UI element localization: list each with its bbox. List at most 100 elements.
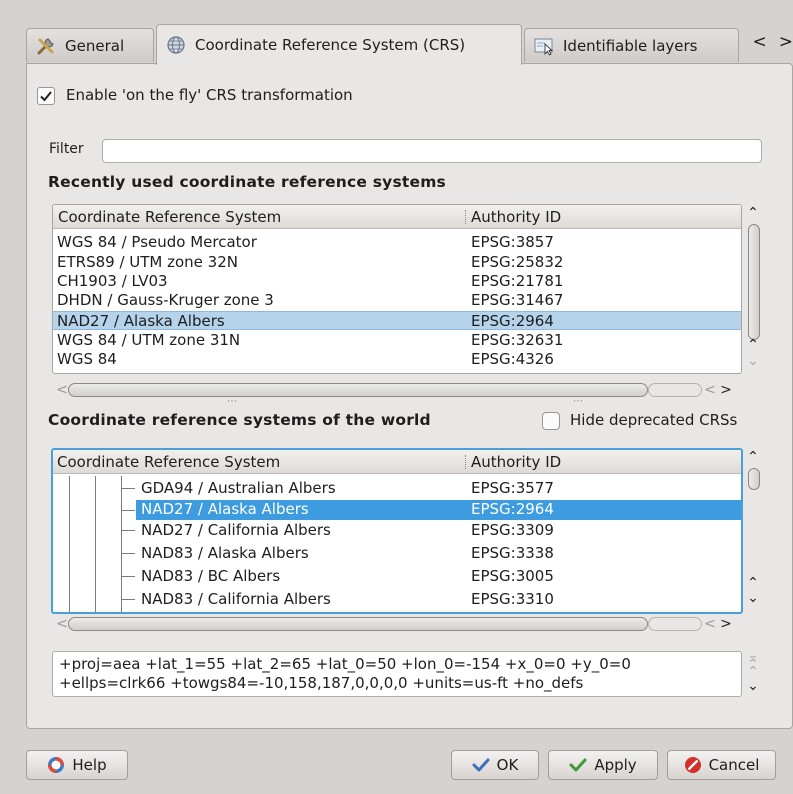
scroll-up-icon[interactable]: ⌃ bbox=[745, 450, 761, 464]
row-authority-id: EPSG:32631 bbox=[471, 331, 564, 349]
scroll-down-icon[interactable]: ⌄ bbox=[745, 354, 761, 368]
table-row[interactable]: WGS 84 / Pseudo Mercator EPSG:3857 bbox=[53, 233, 741, 252]
splitter-grip-icon[interactable]: ⋯ bbox=[573, 396, 583, 407]
world-col-authority[interactable]: Authority ID bbox=[471, 453, 561, 471]
recent-horizontal-scrollbar[interactable]: < < > bbox=[52, 382, 742, 398]
tree-branch-line bbox=[121, 553, 135, 554]
tree-row[interactable]: NAD83 / California Albers EPSG:3310 bbox=[53, 590, 741, 609]
row-authority-id: EPSG:3577 bbox=[471, 479, 554, 497]
scroll-right-icon[interactable]: > bbox=[718, 383, 734, 397]
row-authority-id: EPSG:2964 bbox=[471, 312, 554, 330]
scroll-up-icon[interactable]: ⌃ bbox=[745, 338, 761, 352]
crs-content: Enable 'on the fly' CRS transformation F… bbox=[0, 0, 793, 794]
row-authority-id: EPSG:2964 bbox=[471, 500, 554, 518]
row-crs-name: NAD27 / Alaska Albers bbox=[57, 312, 225, 330]
scroll-down-icon[interactable]: ⌄ bbox=[745, 591, 761, 605]
row-authority-id: EPSG:3309 bbox=[471, 521, 554, 539]
otf-checkbox[interactable] bbox=[37, 87, 55, 105]
row-crs-name: NAD83 / BC Albers bbox=[141, 567, 281, 585]
row-authority-id: EPSG:3005 bbox=[471, 567, 554, 585]
filter-label: Filter bbox=[49, 141, 84, 157]
row-crs-name: NAD27 / Alaska Albers bbox=[141, 500, 309, 518]
world-vertical-scrollbar[interactable]: ⌃ ⌃ ⌄ bbox=[745, 448, 761, 614]
scrollbar-track[interactable] bbox=[648, 617, 702, 631]
proj-line-1: +proj=aea +lat_1=55 +lat_2=65 +lat_0=50 … bbox=[59, 655, 631, 673]
recent-col-authority[interactable]: Authority ID bbox=[471, 208, 561, 226]
tree-row[interactable]: NAD83 / Alaska Albers EPSG:3338 bbox=[53, 544, 741, 563]
row-crs-name: GDA94 / Australian Albers bbox=[141, 479, 336, 497]
world-horizontal-scrollbar[interactable]: < < > bbox=[52, 616, 742, 632]
table-row[interactable]: WGS 84 / UTM zone 31N EPSG:32631 bbox=[53, 331, 741, 350]
table-row[interactable]: WGS 84 EPSG:4326 bbox=[53, 350, 741, 369]
checkmark-icon bbox=[40, 91, 52, 102]
scrollbar-thumb[interactable] bbox=[748, 468, 760, 490]
tree-row-selected[interactable]: NAD27 / Alaska Albers EPSG:2964 bbox=[136, 500, 741, 520]
row-crs-name: CH1903 / LV03 bbox=[57, 272, 168, 290]
row-authority-id: EPSG:25832 bbox=[471, 253, 564, 271]
recent-crs-table: Coordinate Reference System Authority ID… bbox=[52, 204, 742, 374]
row-authority-id: EPSG:3857 bbox=[471, 233, 554, 251]
row-crs-name: DHDN / Gauss-Kruger zone 3 bbox=[57, 291, 274, 309]
row-crs-name: NAD27 / California Albers bbox=[141, 521, 331, 539]
scrollbar-thumb[interactable] bbox=[68, 617, 648, 631]
recent-vertical-scrollbar[interactable]: ⌃ ⌃ ⌄ bbox=[745, 204, 761, 374]
recent-col-crs[interactable]: Coordinate Reference System bbox=[58, 208, 281, 226]
check-icon bbox=[569, 756, 587, 774]
ok-button[interactable]: OK bbox=[451, 750, 539, 780]
scroll-down-icon[interactable]: ⌄ bbox=[745, 679, 761, 693]
tree-branch-line bbox=[121, 530, 135, 531]
proj-definition-text[interactable]: +proj=aea +lat_1=55 +lat_2=65 +lat_0=50 … bbox=[52, 651, 742, 697]
scroll-left-icon[interactable]: < bbox=[702, 617, 718, 631]
cancel-button-label: Cancel bbox=[708, 756, 760, 774]
ok-button-label: OK bbox=[496, 756, 519, 774]
scrollbar-thumb[interactable] bbox=[68, 383, 648, 397]
row-authority-id: EPSG:3338 bbox=[471, 544, 554, 562]
row-authority-id: EPSG:4326 bbox=[471, 350, 554, 368]
row-crs-name: NAD83 / California Albers bbox=[141, 590, 331, 608]
world-crs-table: Coordinate Reference System Authority ID… bbox=[51, 448, 743, 614]
help-button-label: Help bbox=[72, 756, 107, 774]
recent-crs-title: Recently used coordinate reference syste… bbox=[48, 173, 446, 191]
help-icon bbox=[47, 756, 65, 774]
world-table-header: Coordinate Reference System Authority ID bbox=[53, 450, 741, 474]
row-crs-name: ETRS89 / UTM zone 32N bbox=[57, 253, 238, 271]
otf-label: Enable 'on the fly' CRS transformation bbox=[66, 86, 353, 104]
apply-button-label: Apply bbox=[594, 756, 637, 774]
table-row[interactable]: ETRS89 / UTM zone 32N EPSG:25832 bbox=[53, 253, 741, 272]
table-row[interactable]: DHDN / Gauss-Kruger zone 3 EPSG:31467 bbox=[53, 291, 741, 310]
row-crs-name: WGS 84 / UTM zone 31N bbox=[57, 331, 241, 349]
tree-row[interactable]: NAD83 / BC Albers EPSG:3005 bbox=[53, 567, 741, 586]
splitter-grip-icon[interactable]: ⋯ bbox=[227, 396, 237, 407]
column-separator[interactable] bbox=[465, 210, 466, 224]
scroll-left-icon[interactable]: < bbox=[702, 383, 718, 397]
proj-vertical-scrollbar[interactable]: ⌅ ⌃ ⌄ bbox=[745, 651, 761, 697]
table-row[interactable]: CH1903 / LV03 EPSG:21781 bbox=[53, 272, 741, 291]
cancel-button[interactable]: Cancel bbox=[667, 750, 776, 780]
scroll-up-icon[interactable]: ⌃ bbox=[745, 206, 761, 220]
help-button[interactable]: Help bbox=[26, 750, 128, 780]
tree-row[interactable]: GDA94 / Australian Albers EPSG:3577 bbox=[53, 479, 741, 498]
filter-input[interactable] bbox=[102, 139, 762, 163]
table-row-selected[interactable]: NAD27 / Alaska Albers EPSG:2964 bbox=[53, 311, 741, 330]
row-authority-id: EPSG:31467 bbox=[471, 291, 564, 309]
tree-branch-line bbox=[121, 510, 135, 511]
tree-branch-line bbox=[121, 576, 135, 577]
row-authority-id: EPSG:3310 bbox=[471, 590, 554, 608]
row-crs-name: NAD83 / Alaska Albers bbox=[141, 544, 309, 562]
scrollbar-track[interactable] bbox=[648, 383, 702, 397]
apply-button[interactable]: Apply bbox=[548, 750, 658, 780]
row-crs-name: WGS 84 bbox=[57, 350, 117, 368]
world-col-crs[interactable]: Coordinate Reference System bbox=[57, 453, 280, 471]
check-icon bbox=[472, 756, 490, 774]
scroll-up-icon[interactable]: ⌃ bbox=[745, 665, 761, 679]
row-authority-id: EPSG:21781 bbox=[471, 272, 564, 290]
scrollbar-thumb[interactable] bbox=[748, 224, 760, 340]
column-separator[interactable] bbox=[465, 455, 466, 469]
scroll-up-icon[interactable]: ⌃ bbox=[745, 576, 761, 590]
hide-deprecated-label: Hide deprecated CRSs bbox=[570, 411, 738, 429]
scroll-right-icon[interactable]: > bbox=[718, 617, 734, 631]
tree-row[interactable]: NAD27 / California Albers EPSG:3309 bbox=[53, 521, 741, 540]
world-crs-title: Coordinate reference systems of the worl… bbox=[48, 411, 431, 429]
scroll-top-icon[interactable]: ⌅ bbox=[745, 651, 761, 665]
hide-deprecated-checkbox[interactable] bbox=[542, 412, 560, 430]
